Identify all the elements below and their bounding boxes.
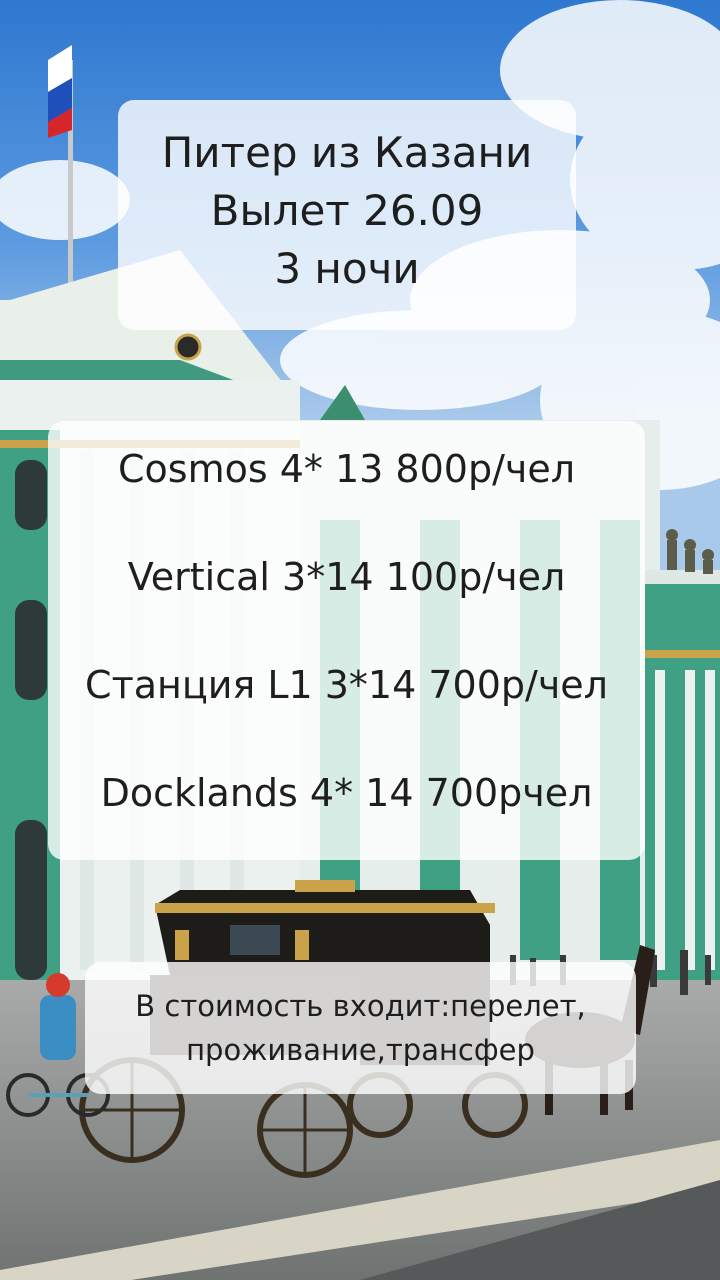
price-stantsiya-l1: Станция L1 3*14 700р/чел <box>85 663 608 707</box>
price-docklands: Docklands 4* 14 700рчел <box>100 771 593 815</box>
price-cosmos: Cosmos 4* 13 800р/чел <box>118 447 575 491</box>
price-vertical: Vertical 3*14 100р/чел <box>127 555 566 599</box>
clock-icon <box>174 333 202 361</box>
nights-count: 3 ночи <box>274 244 420 293</box>
prices-card: Cosmos 4* 13 800р/чел Vertical 3*14 100р… <box>48 421 645 860</box>
palace-right <box>645 529 720 980</box>
departure-date: Вылет 26.09 <box>210 186 484 235</box>
route-title: Питер из Казани <box>161 128 533 177</box>
included-card: В стоимость входит:перелет, проживание,т… <box>85 962 636 1094</box>
included-line-2: проживание,трансфер <box>186 1033 535 1067</box>
title-card: Питер из Казани Вылет 26.09 3 ночи <box>118 100 576 330</box>
included-line-1: В стоимость входит:перелет, <box>135 989 586 1023</box>
